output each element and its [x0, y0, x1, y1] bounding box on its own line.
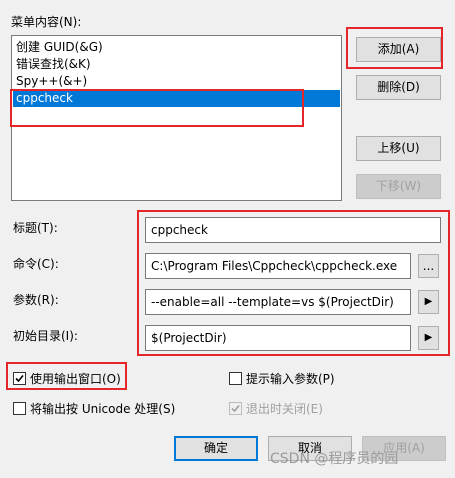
- initial-directory-label: 初始目录(I):: [13, 329, 78, 343]
- watermark: CSDN @程序员的园: [270, 451, 399, 467]
- highlight-box-output-window: [6, 362, 127, 390]
- list-item[interactable]: 错误查找(&K): [13, 56, 340, 73]
- close-on-exit-label[interactable]: 退出时关闭(E): [246, 401, 323, 417]
- move-up-button[interactable]: 上移(U): [356, 136, 441, 161]
- prompt-arguments-label[interactable]: 提示输入参数(P): [246, 371, 335, 387]
- move-down-button[interactable]: 下移(W): [356, 174, 441, 199]
- highlight-box-fields: [137, 210, 450, 356]
- arguments-label: 参数(R):: [13, 293, 59, 307]
- close-on-exit-checkbox[interactable]: [229, 402, 242, 415]
- title-label: 标题(T):: [13, 221, 58, 235]
- list-item[interactable]: Spy++(&+): [13, 73, 340, 90]
- command-label: 命令(C):: [13, 257, 59, 271]
- highlight-box-cppcheck: [10, 89, 304, 127]
- ok-button[interactable]: 确定: [174, 436, 258, 461]
- prompt-arguments-checkbox[interactable]: [229, 372, 242, 385]
- delete-button[interactable]: 删除(D): [356, 75, 441, 100]
- unicode-output-label[interactable]: 将输出按 Unicode 处理(S): [30, 401, 175, 417]
- list-item[interactable]: 创建 GUID(&G): [13, 39, 340, 56]
- menu-contents-label: 菜单内容(N):: [11, 15, 82, 29]
- unicode-output-checkbox[interactable]: [13, 402, 26, 415]
- highlight-box-add: [346, 27, 443, 69]
- check-icon: [231, 404, 240, 413]
